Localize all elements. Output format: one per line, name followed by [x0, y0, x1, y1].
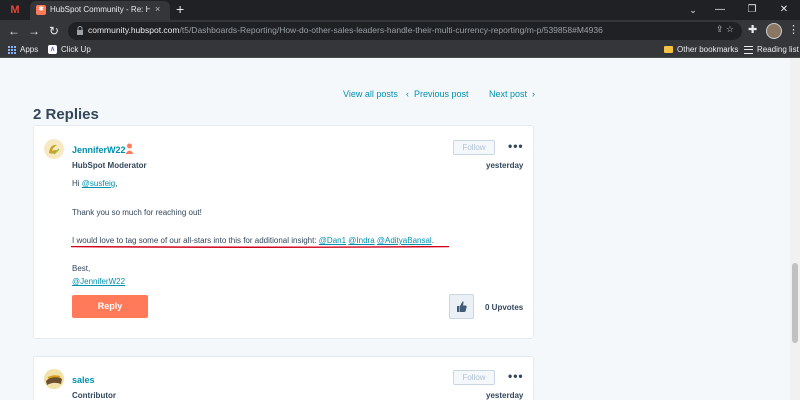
- signature-link[interactable]: @JenniferW22: [72, 277, 125, 286]
- browser-tabstrip: M ✱ HubSpot Community - Re: How d × + ⌄ …: [0, 0, 800, 20]
- minimize-icon[interactable]: —: [704, 0, 736, 20]
- reading-list-icon: [744, 45, 753, 54]
- avatar[interactable]: [44, 139, 64, 159]
- reading-list-label: Reading list: [757, 45, 799, 54]
- reply-button[interactable]: Reply: [72, 295, 148, 318]
- follow-button[interactable]: Follow: [453, 140, 495, 155]
- previous-post-label: Previous post: [414, 89, 469, 99]
- next-post-label: Next post: [489, 89, 528, 99]
- hubspot-favicon-icon: ✱: [36, 5, 46, 15]
- more-options-icon[interactable]: •••: [508, 139, 524, 153]
- chevron-right-icon: ›: [532, 89, 536, 99]
- back-icon[interactable]: ←: [6, 22, 22, 40]
- upvote-count: 0 Upvotes: [485, 303, 524, 312]
- url-text: community.hubspot.com/t5/Dashboards-Repo…: [88, 25, 603, 35]
- chevron-left-icon: ‹: [406, 89, 409, 99]
- other-bookmarks-label: Other bookmarks: [677, 45, 739, 54]
- reading-list[interactable]: Reading list: [744, 45, 799, 54]
- reload-icon[interactable]: ↻: [46, 22, 62, 40]
- mention-link[interactable]: @Dan1: [319, 236, 346, 245]
- thumbs-up-icon: [457, 301, 467, 312]
- bookmark-clickup[interactable]: ∧ Click Up: [48, 45, 91, 54]
- previous-post-link[interactable]: ‹ Previous post: [406, 89, 469, 99]
- avatar[interactable]: [44, 369, 64, 389]
- other-bookmarks[interactable]: Other bookmarks: [664, 45, 738, 54]
- scrollbar-thumb[interactable]: [792, 263, 798, 343]
- reply-line: Thank you so much for reaching out!: [72, 208, 202, 217]
- reply-role: Contributor: [72, 391, 116, 400]
- reply-date: yesterday: [486, 391, 524, 400]
- view-all-posts-link[interactable]: View all posts: [343, 89, 398, 99]
- profile-avatar[interactable]: [766, 23, 782, 39]
- annotation-underline: [71, 246, 449, 248]
- moderator-avatar-icon: [49, 144, 60, 155]
- reply-role: HubSpot Moderator: [72, 161, 147, 170]
- browser-menu-icon[interactable]: ⋮: [788, 23, 799, 36]
- reply-card: JenniferW22 Follow ••• HubSpot Moderator…: [33, 125, 534, 339]
- next-post-link[interactable]: Next post ›: [489, 89, 535, 99]
- community-page: View all posts ‹ Previous post Next post…: [0, 58, 790, 400]
- mention-link[interactable]: @Indra: [348, 236, 374, 245]
- tab-title: HubSpot Community - Re: How d: [50, 5, 150, 14]
- mention-link[interactable]: @susfeig: [82, 179, 115, 188]
- moderator-badge-icon: [125, 143, 134, 154]
- tab-search-icon[interactable]: ⌄: [682, 0, 704, 20]
- bookmark-label: Click Up: [61, 45, 91, 54]
- extensions-icon[interactable]: ✚: [748, 23, 757, 36]
- gmail-tab-icon[interactable]: M: [6, 3, 24, 17]
- folder-icon: [664, 46, 673, 53]
- bookmark-apps[interactable]: Apps: [8, 45, 38, 54]
- page-scrollbar[interactable]: [790, 58, 800, 400]
- reply-username[interactable]: sales: [72, 375, 95, 385]
- reply-line: I would love to tag some of our all-star…: [72, 236, 434, 245]
- reply-username[interactable]: JenniferW22: [72, 145, 126, 155]
- forward-icon[interactable]: →: [26, 22, 42, 40]
- browser-toolbar: ← → ↻ community.hubspot.com/t5/Dashboard…: [0, 20, 800, 42]
- new-tab-button[interactable]: +: [176, 1, 184, 17]
- close-window-icon[interactable]: ✕: [768, 0, 800, 20]
- reply-greeting: Hi @susfeig,: [72, 179, 118, 188]
- reply-card: sales Follow ••• Contributor yesterday: [33, 356, 534, 400]
- bookmark-star-icon[interactable]: ⇪ ☆: [716, 24, 734, 35]
- active-tab[interactable]: ✱ HubSpot Community - Re: How d ×: [30, 1, 170, 20]
- bookmark-label: Apps: [20, 45, 39, 54]
- replies-heading: 2 Replies: [33, 106, 99, 123]
- reply-date: yesterday: [486, 161, 524, 170]
- lock-icon: [77, 26, 83, 35]
- upvote-button[interactable]: [449, 294, 474, 319]
- apps-grid-icon: [8, 45, 16, 54]
- bookmarks-bar: Apps ∧ Click Up Other bookmarks Reading …: [0, 42, 800, 58]
- address-bar[interactable]: community.hubspot.com/t5/Dashboards-Repo…: [68, 22, 742, 40]
- more-options-icon[interactable]: •••: [508, 369, 524, 383]
- mention-link[interactable]: @AdityaBansal: [377, 236, 432, 245]
- restore-icon[interactable]: ❐: [736, 0, 768, 20]
- window-controls: ⌄ — ❐ ✕: [682, 0, 800, 20]
- contributor-avatar-icon: [44, 369, 64, 389]
- tab-close-icon[interactable]: ×: [155, 4, 160, 14]
- reply-signoff: Best,: [72, 264, 91, 273]
- follow-button[interactable]: Follow: [453, 370, 495, 385]
- clickup-icon: ∧: [48, 45, 57, 54]
